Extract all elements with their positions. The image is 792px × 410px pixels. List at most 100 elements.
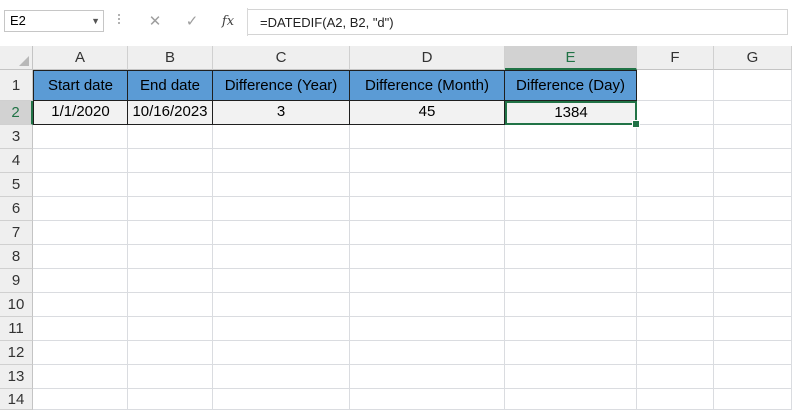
grid-cell[interactable] xyxy=(714,173,792,197)
row-header-1[interactable]: 1 xyxy=(0,70,33,101)
insert-function-icon[interactable]: fx xyxy=(218,12,238,32)
column-header-a[interactable]: A xyxy=(33,46,128,70)
grid-cell[interactable] xyxy=(128,125,213,149)
grid-cell[interactable] xyxy=(505,317,637,341)
grid-cell[interactable] xyxy=(637,149,714,173)
grid-cell[interactable] xyxy=(637,317,714,341)
row-header-7[interactable]: 7 xyxy=(0,221,33,245)
grid-cell[interactable] xyxy=(213,245,350,269)
grid-cell[interactable] xyxy=(714,317,792,341)
grid-cell[interactable] xyxy=(33,221,128,245)
grid-cell[interactable] xyxy=(714,221,792,245)
chevron-down-icon[interactable]: ▼ xyxy=(91,11,100,31)
grid-cell[interactable] xyxy=(637,197,714,221)
data-cell-end-date[interactable]: 10/16/2023 xyxy=(128,101,213,125)
grid-cell[interactable] xyxy=(350,293,505,317)
row-header-12[interactable]: 12 xyxy=(0,341,33,365)
header-cell-difference-month[interactable]: Difference (Month) xyxy=(350,70,505,101)
grid-cell[interactable] xyxy=(714,70,792,101)
grid-cell[interactable] xyxy=(128,197,213,221)
row-header-6[interactable]: 6 xyxy=(0,197,33,221)
column-header-b[interactable]: B xyxy=(128,46,213,70)
column-header-c[interactable]: C xyxy=(213,46,350,70)
grid-cell[interactable] xyxy=(714,389,792,410)
row-header-9[interactable]: 9 xyxy=(0,269,33,293)
grid-cell[interactable] xyxy=(350,221,505,245)
header-cell-end-date[interactable]: End date xyxy=(128,70,213,101)
grid-cell[interactable] xyxy=(714,101,792,125)
grid-cell[interactable] xyxy=(350,269,505,293)
grid-cell[interactable] xyxy=(128,245,213,269)
grid-cell[interactable] xyxy=(128,269,213,293)
grid-cell[interactable] xyxy=(33,293,128,317)
row-header-13[interactable]: 13 xyxy=(0,365,33,389)
grid-cell[interactable] xyxy=(505,245,637,269)
grid-cell[interactable] xyxy=(213,149,350,173)
grid-cell[interactable] xyxy=(33,149,128,173)
grid-cell[interactable] xyxy=(350,341,505,365)
grid-cell[interactable] xyxy=(128,317,213,341)
grid-cell[interactable] xyxy=(350,197,505,221)
grid-cell[interactable] xyxy=(637,70,714,101)
grid-cell[interactable] xyxy=(505,173,637,197)
grid-cell[interactable] xyxy=(637,269,714,293)
grid-cell[interactable] xyxy=(637,389,714,410)
row-header-8[interactable]: 8 xyxy=(0,245,33,269)
grid-cell[interactable] xyxy=(350,149,505,173)
grid-cell[interactable] xyxy=(350,389,505,410)
row-header-5[interactable]: 5 xyxy=(0,173,33,197)
row-header-10[interactable]: 10 xyxy=(0,293,33,317)
grid-cell[interactable] xyxy=(350,317,505,341)
header-cell-difference-day[interactable]: Difference (Day) xyxy=(505,70,637,101)
grid-cell[interactable] xyxy=(213,221,350,245)
grid-cell[interactable] xyxy=(637,341,714,365)
active-cell-difference-day[interactable]: 1384 xyxy=(505,101,637,125)
grid-cell[interactable] xyxy=(128,341,213,365)
row-header-14[interactable]: 14 xyxy=(0,389,33,410)
grid-cell[interactable] xyxy=(714,149,792,173)
grid-cell[interactable] xyxy=(213,269,350,293)
grid-cell[interactable] xyxy=(505,389,637,410)
grid-cell[interactable] xyxy=(213,125,350,149)
grid-cell[interactable] xyxy=(505,125,637,149)
grid-cell[interactable] xyxy=(128,221,213,245)
grid-cell[interactable] xyxy=(350,125,505,149)
grid-cell[interactable] xyxy=(714,245,792,269)
grid-cell[interactable] xyxy=(350,365,505,389)
grid-cell[interactable] xyxy=(505,269,637,293)
grid-cell[interactable] xyxy=(714,365,792,389)
select-all-button[interactable] xyxy=(0,46,33,70)
grid-cell[interactable] xyxy=(213,365,350,389)
formula-input[interactable]: =DATEDIF(A2, B2, "d") xyxy=(248,9,788,35)
grid-cell[interactable] xyxy=(33,269,128,293)
grid-cell[interactable] xyxy=(350,245,505,269)
drag-handle-icon[interactable] xyxy=(116,12,122,30)
enter-icon[interactable]: ✓ xyxy=(182,12,202,32)
grid-cell[interactable] xyxy=(213,293,350,317)
grid-cell[interactable] xyxy=(350,173,505,197)
grid-cell[interactable] xyxy=(714,293,792,317)
grid-cell[interactable] xyxy=(505,293,637,317)
grid-cell[interactable] xyxy=(128,173,213,197)
fill-handle[interactable] xyxy=(632,120,640,128)
grid-cell[interactable] xyxy=(714,125,792,149)
header-cell-difference-year[interactable]: Difference (Year) xyxy=(213,70,350,101)
data-cell-start-date[interactable]: 1/1/2020 xyxy=(33,101,128,125)
grid-cell[interactable] xyxy=(637,365,714,389)
grid-cell[interactable] xyxy=(213,197,350,221)
column-header-d[interactable]: D xyxy=(350,46,505,70)
column-header-e[interactable]: E xyxy=(505,46,637,70)
grid-cell[interactable] xyxy=(33,173,128,197)
grid-cell[interactable] xyxy=(505,365,637,389)
grid-cell[interactable] xyxy=(33,365,128,389)
grid-cell[interactable] xyxy=(637,101,714,125)
name-box[interactable]: E2 ▼ xyxy=(4,10,104,32)
column-header-f[interactable]: F xyxy=(637,46,714,70)
cancel-icon[interactable]: ✕ xyxy=(145,12,165,32)
header-cell-start-date[interactable]: Start date xyxy=(33,70,128,101)
grid-cell[interactable] xyxy=(33,317,128,341)
grid-cell[interactable] xyxy=(505,341,637,365)
grid-cell[interactable] xyxy=(213,173,350,197)
grid-cell[interactable] xyxy=(637,173,714,197)
row-header-3[interactable]: 3 xyxy=(0,125,33,149)
